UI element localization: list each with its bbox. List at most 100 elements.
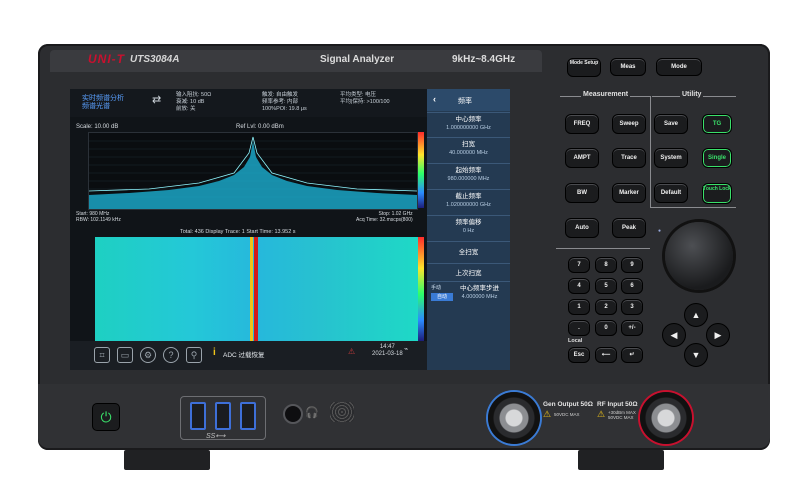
- model-number: UTS3084A: [130, 54, 180, 65]
- spectrum-colorbar: [418, 132, 424, 208]
- menu-center-freq[interactable]: 中心频率 1.000000000 GHz: [427, 112, 510, 137]
- rf-input-connector[interactable]: [640, 392, 692, 444]
- key-3[interactable]: 3: [621, 299, 643, 315]
- key-dot[interactable]: .: [568, 320, 590, 336]
- help-icon[interactable]: ?: [163, 347, 179, 363]
- default-button[interactable]: Default: [654, 183, 688, 203]
- menu-start-freq[interactable]: 起始频率 980.000000 MHz: [427, 163, 510, 188]
- back-chevron-icon[interactable]: ‹: [433, 94, 436, 104]
- arrow-down-button[interactable]: ▼: [684, 343, 708, 367]
- save-button[interactable]: Save: [654, 114, 688, 134]
- info-column-2: 触发: 自由触发 频率参考: 内部 100%POI: 19.8 μs: [262, 92, 307, 112]
- local-label: Local: [568, 338, 583, 344]
- rf-warning-text: +30dBm MAX 50VDC MAX: [608, 410, 636, 420]
- panel-vertical-divider: [650, 96, 651, 208]
- gen-output-connector[interactable]: [488, 392, 540, 444]
- gen-warning-text: 50VDC MAX: [554, 412, 580, 417]
- trace-button[interactable]: Trace: [612, 148, 646, 168]
- waterfall-signal-yellow: [250, 237, 253, 341]
- freq-button[interactable]: FREQ: [565, 114, 599, 134]
- waterfall-colorbar: [418, 237, 424, 341]
- waterfall-signal-red: [254, 237, 258, 341]
- soft-menu-title: 频率: [458, 98, 472, 105]
- step-manual-label: 手动: [431, 285, 442, 291]
- single-button[interactable]: Single: [702, 148, 732, 168]
- speaker-grill: [330, 402, 354, 422]
- user-icon[interactable]: ⚲: [186, 347, 202, 363]
- key-6[interactable]: 6: [621, 278, 643, 294]
- start-frequency: Start: 980 MHz RBW: 102.1149 kHz: [76, 211, 121, 223]
- arrow-right-button[interactable]: ▶: [706, 323, 730, 347]
- key-7[interactable]: 7: [568, 257, 590, 273]
- sweep-button[interactable]: Sweep: [612, 114, 646, 134]
- utility-section-label: Utility: [680, 91, 704, 98]
- waterfall-header: Total: 436 Display Trace: 1 Start Time: …: [180, 229, 296, 235]
- key-1[interactable]: 1: [568, 299, 590, 315]
- arrow-left-button[interactable]: ◀: [662, 323, 686, 347]
- menu-stop-freq[interactable]: 截止频率 1.020000000 GHz: [427, 189, 510, 214]
- keypad-divider: [556, 248, 650, 249]
- key-0[interactable]: 0: [595, 320, 617, 336]
- meas-button[interactable]: Meas: [610, 58, 646, 76]
- gen-output-label: Gen Output 50Ω: [543, 401, 593, 408]
- usb-ss-label: SS⟷: [206, 433, 226, 440]
- key-2[interactable]: 2: [595, 299, 617, 315]
- info-column-1: 输入阻抗: 50Ω 衰减: 10 dB 前放: 关: [176, 92, 212, 112]
- spectrum-trace: [88, 136, 418, 209]
- headphone-jack[interactable]: [283, 404, 303, 424]
- folder-icon[interactable]: ▭: [117, 347, 133, 363]
- stop-frequency: Stop: 1.02 GHz Acq Time: 32.mscps(800): [356, 211, 413, 223]
- menu-freq-offset[interactable]: 频率偏移 0 Hz: [427, 215, 510, 240]
- key-9[interactable]: 9: [621, 257, 643, 273]
- ref-level-label: Ref Lvl: 0.00 dBm: [236, 124, 284, 130]
- system-button[interactable]: System: [654, 148, 688, 168]
- rf-warning-icon: ⚠: [597, 409, 606, 419]
- swap-icon[interactable]: ⇄: [152, 93, 161, 106]
- brand-logo: UNI-T: [88, 52, 125, 66]
- rf-input-label: RF Input 50Ω: [597, 401, 638, 408]
- mode-setup-button[interactable]: Mode Setup: [567, 58, 601, 77]
- ampt-button[interactable]: AMPT: [565, 148, 599, 168]
- alarm-icon: ⚠: [348, 347, 356, 356]
- gen-warning-icon: ⚠: [543, 409, 552, 419]
- gear-icon[interactable]: ⚙: [140, 347, 156, 363]
- esc-button[interactable]: Esc: [568, 347, 590, 363]
- left-foot: [124, 450, 210, 470]
- scale-label: Scale: 10.00 dB: [76, 124, 119, 130]
- utility-bottom-divider: [650, 207, 736, 208]
- network-icon: ⌁: [404, 346, 409, 353]
- usb-port-3[interactable]: [240, 402, 256, 430]
- rotary-knob[interactable]: [665, 222, 733, 290]
- status-message: ADC 过载恢复: [223, 352, 265, 359]
- enter-button[interactable]: ↵: [621, 347, 643, 363]
- marker-button[interactable]: Marker: [612, 183, 646, 203]
- right-foot: [578, 450, 664, 470]
- tg-button[interactable]: TG: [702, 114, 732, 134]
- touch-lock-button[interactable]: Touch Lock: [702, 183, 732, 204]
- key-8[interactable]: 8: [595, 257, 617, 273]
- clock: 14:47 2021-03-18: [372, 344, 403, 357]
- auto-button[interactable]: Auto: [565, 218, 599, 238]
- measurement-section-label: Measurement: [581, 91, 631, 98]
- submode-label[interactable]: 频谱光谱: [82, 101, 110, 111]
- usb-port-1[interactable]: [190, 402, 206, 430]
- bw-button[interactable]: BW: [565, 183, 599, 203]
- arrow-up-button[interactable]: ▲: [684, 303, 708, 327]
- frequency-range: 9kHz~8.4GHz: [452, 54, 516, 65]
- knob-led: ●: [658, 228, 662, 234]
- backspace-button[interactable]: ⟵: [595, 347, 617, 363]
- spectrum-plot[interactable]: [88, 132, 418, 210]
- mode-button[interactable]: Mode: [656, 58, 702, 76]
- menu-span[interactable]: 扫宽 40.000000 MHz: [427, 137, 510, 162]
- product-title: Signal Analyzer: [320, 54, 395, 65]
- info-column-3: 平均类型: 电压 平均|保持: >100/100: [340, 92, 390, 105]
- key-4[interactable]: 4: [568, 278, 590, 294]
- screenshot-icon[interactable]: ⌗: [94, 347, 110, 363]
- key-plus-minus[interactable]: +/-: [621, 320, 643, 336]
- step-auto-button[interactable]: 自动: [431, 293, 453, 301]
- peak-button[interactable]: Peak: [612, 218, 646, 238]
- usb-port-2[interactable]: [215, 402, 231, 430]
- key-5[interactable]: 5: [595, 278, 617, 294]
- power-button[interactable]: ⏻: [92, 403, 120, 431]
- info-icon: i: [213, 347, 216, 358]
